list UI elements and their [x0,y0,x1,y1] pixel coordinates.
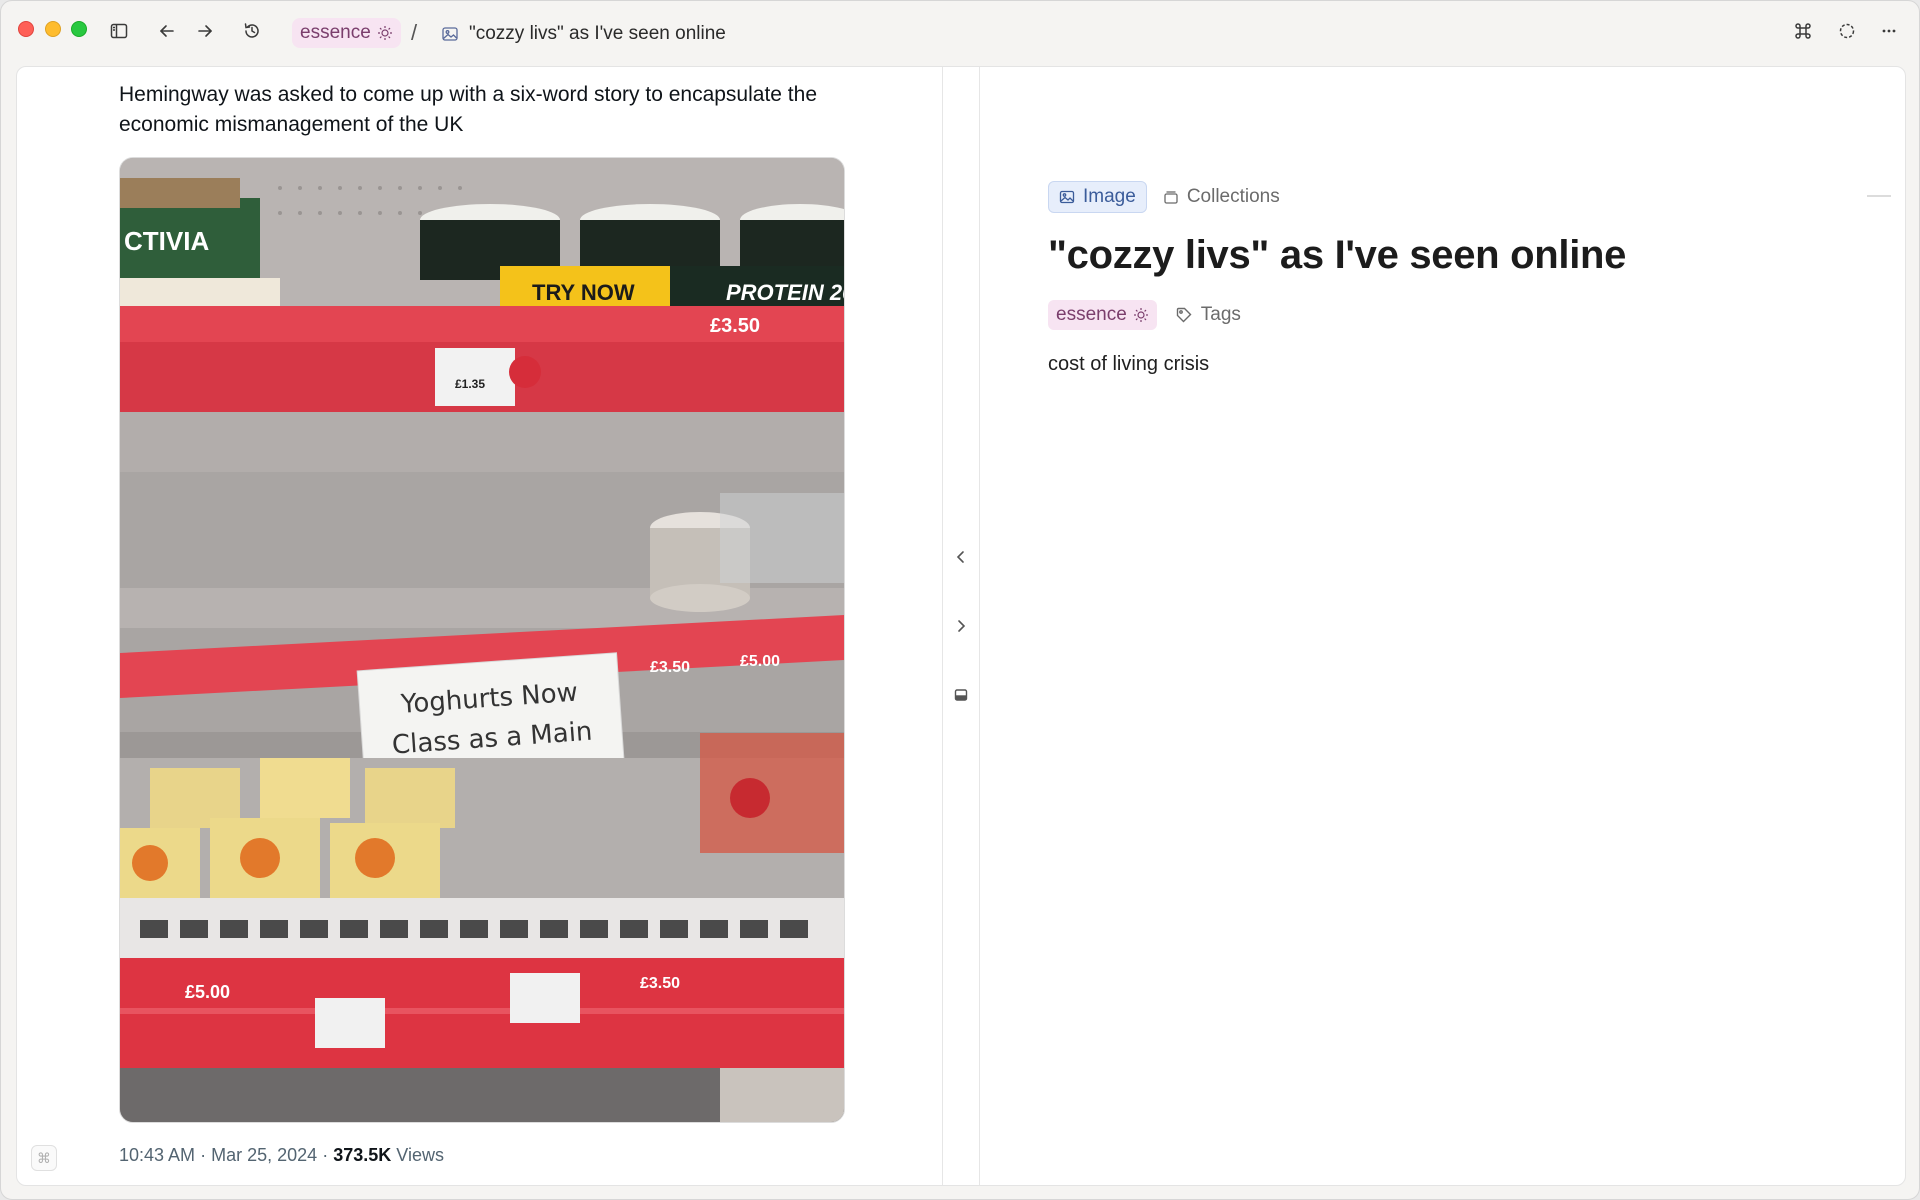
more-icon[interactable] [1877,19,1901,43]
type-image-button[interactable]: Image [1048,181,1147,213]
close-window-button[interactable] [18,21,34,37]
collections-button[interactable]: Collections [1163,181,1280,213]
tag-label: essence [1056,304,1127,325]
breadcrumb-current-label: "cozzy livs" as I've seen online [469,23,726,44]
tweet-photo[interactable]: CTIVIA TRY NOW PROTEIN 20 £3.50 £1.35 £3… [119,157,845,1123]
breadcrumb-space-label: essence [300,22,371,43]
collections-icon [1164,191,1178,204]
breadcrumb-space[interactable]: essence [292,18,401,48]
tweet-date: Mar 25, 2024 [211,1145,318,1165]
note-text[interactable]: cost of living crisis [1048,353,1209,376]
minimize-window-button[interactable] [45,21,61,37]
history-icon[interactable] [240,19,264,43]
detail-pane: Image Collections "cozzy livs" as I've s… [980,67,1905,1185]
price-tag-mid-2: £5.00 [740,653,780,670]
tweet-meta: 10:43 AM · Mar 25, 2024 · 373.5K Views [119,1145,444,1166]
price-tag-bottom-1: £5.00 [185,982,230,1002]
meta-dot: · [322,1145,329,1165]
chevron-left-icon[interactable] [949,545,973,569]
tweet-time: 10:43 AM [119,1145,196,1165]
tweet-text: Hemingway was asked to come up with a si… [119,83,817,136]
add-tags-button[interactable]: Tags [1175,304,1241,326]
command-icon[interactable] [1791,19,1815,43]
tag-row: essence Tags [1048,300,1241,330]
tag-icon [1176,307,1192,323]
collapse-handle[interactable] [1867,195,1891,197]
panel-toggle-icon[interactable] [949,683,973,707]
item-title[interactable]: "cozzy livs" as I've seen online [1048,233,1848,278]
arrow-right-icon[interactable] [193,19,217,43]
try-now-label: TRY NOW [532,280,635,305]
sun-icon [1133,308,1148,322]
image-icon [1059,190,1075,204]
sun-icon [377,26,392,40]
type-label: Image [1083,186,1136,207]
app-window: essence / "cozzy livs" as I've seen onli… [0,0,1920,1200]
views-label: Views [396,1145,444,1165]
price-tag-bottom-2: £3.50 [640,975,680,992]
sync-icon[interactable] [1835,19,1859,43]
price-tag-mid-1: £3.50 [650,659,690,676]
tags-button-label: Tags [1200,304,1241,325]
preview-pane: Hemingway was asked to come up with a si… [17,67,943,1185]
collections-label: Collections [1186,186,1280,207]
title-bar: essence / "cozzy livs" as I've seen onli… [1,1,1919,65]
tag-essence[interactable]: essence [1048,300,1157,330]
breadcrumb-current[interactable]: "cozzy livs" as I've seen online [441,20,726,48]
supermarket-shelf-illustration: CTIVIA TRY NOW PROTEIN 20 £3.50 £1.35 £3… [120,158,845,1122]
price-tag-top: £3.50 [710,315,760,337]
content-card: Hemingway was asked to come up with a si… [16,66,1906,1186]
chevron-right-icon[interactable] [949,614,973,638]
type-row: Image Collections [1048,181,1280,213]
command-icon[interactable]: ⌘ [31,1145,57,1171]
protein-label: PROTEIN 20 [726,280,845,305]
sidebar-toggle-icon[interactable] [107,19,131,43]
arrow-left-icon[interactable] [155,19,179,43]
image-icon [442,27,458,41]
meta-dot: · [200,1145,207,1165]
pane-divider [943,67,980,1185]
views-count: 373.5K [333,1145,392,1165]
zoom-window-button[interactable] [71,21,87,37]
breadcrumb-separator: / [411,20,418,45]
activia-label: CTIVIA [124,226,209,256]
price-tag-small-top: £1.35 [455,377,485,391]
